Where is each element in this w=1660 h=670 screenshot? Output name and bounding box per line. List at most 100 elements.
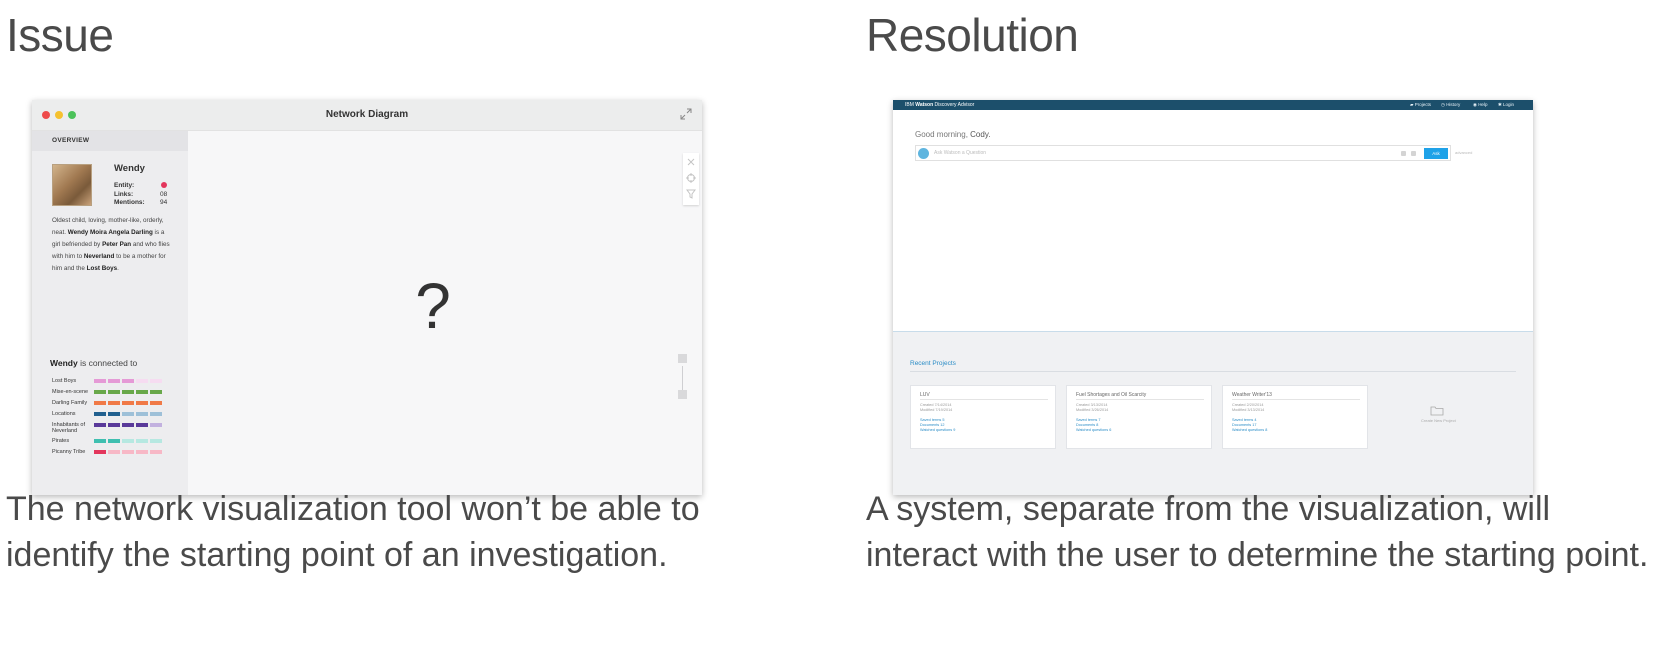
project-card[interactable]: Weather Writer'13 Created 2/20/2014 Modi… (1222, 385, 1368, 449)
recent-projects-section: Recent Projects LUV Created 7/14/2014 Mo… (893, 331, 1533, 495)
issue-heading: Issue (6, 9, 114, 61)
project-saved-terms-link[interactable]: Saved terms 4 (1232, 418, 1256, 422)
mentions-value: 94 (160, 199, 168, 206)
connection-swatch (94, 439, 106, 443)
connection-swatch (136, 439, 148, 443)
connection-swatch (94, 390, 106, 394)
zoom-out-button[interactable] (678, 390, 687, 399)
connection-label: Inhabitants of Neverland (52, 422, 86, 434)
connection-swatch (122, 390, 134, 394)
connection-swatch (150, 390, 162, 394)
folder-icon[interactable] (1430, 405, 1444, 416)
project-created: Created 7/14/2014 (920, 403, 952, 407)
advanced-link[interactable]: advanced (1455, 150, 1472, 155)
connection-label: Locations (52, 411, 76, 417)
unknown-start-symbol: ? (415, 270, 451, 342)
create-new-project-link[interactable]: Create New Project (1421, 418, 1456, 423)
network-diagram-window: Network Diagram OVERVIEW Wendy Entity: L… (32, 100, 702, 495)
profile-bio: Oldest child, loving, mother-like, order… (52, 217, 170, 272)
connection-swatch (94, 379, 106, 383)
project-title[interactable]: Weather Writer'13 (1232, 392, 1272, 398)
project-documents-link[interactable]: Documents 12 (920, 423, 944, 427)
divider (910, 371, 1516, 372)
avatar (52, 164, 92, 206)
zoom-slider-track[interactable] (682, 366, 683, 390)
connection-swatch (150, 412, 162, 416)
overview-sidebar: OVERVIEW Wendy Entity: Links: 08 Mention… (32, 131, 188, 495)
connection-label: Pirates (52, 438, 70, 444)
ask-question-bar[interactable]: Ask Watson a Question Ask (915, 145, 1451, 161)
connection-swatch (94, 450, 106, 454)
recent-projects-title: Recent Projects (910, 360, 956, 367)
connection-swatch (122, 401, 134, 405)
connection-swatch (94, 412, 106, 416)
project-saved-terms-link[interactable]: Saved terms 7 (1076, 418, 1100, 422)
resolution-caption: A system, separate from the visualizatio… (866, 490, 1649, 574)
ask-question-input[interactable]: Ask Watson a Question (934, 150, 986, 156)
app-brand[interactable]: IBM Watson Discovery Advisor (905, 102, 974, 108)
close-icon[interactable] (686, 157, 696, 167)
project-title[interactable]: Fuel Shortages and Oil Scarcity (1076, 392, 1146, 398)
connection-swatch (108, 379, 120, 383)
app-navbar: IBM Watson Discovery Advisor ▰ Projects … (893, 100, 1533, 110)
links-label: Links: (114, 191, 134, 198)
greeting-text: Good morning, Cody. (915, 130, 991, 139)
project-documents-link[interactable]: Documents 8 (1076, 423, 1098, 427)
overview-label: OVERVIEW (52, 137, 90, 144)
connection-swatch (150, 423, 162, 427)
nav-login[interactable]: ✱ Login (1498, 102, 1514, 108)
zoom-in-button[interactable] (678, 354, 687, 363)
connection-swatch (136, 412, 148, 416)
ask-button[interactable]: Ask (1424, 148, 1448, 159)
filter-icon[interactable] (686, 189, 696, 199)
connection-swatch (108, 450, 120, 454)
nav-history[interactable]: ◷ History (1441, 102, 1460, 108)
connection-swatch (108, 401, 120, 405)
project-saved-terms-link[interactable]: Saved terms 5 (920, 418, 944, 422)
overview-tab[interactable]: OVERVIEW (32, 131, 188, 151)
view-icon[interactable] (1401, 151, 1406, 156)
connection-label: Picanny Tribe (52, 449, 86, 455)
project-card[interactable]: Fuel Shortages and Oil Scarcity Created … (1066, 385, 1212, 449)
project-card[interactable]: LUV Created 7/14/2014 Modified 7/19/2014… (910, 385, 1056, 449)
issue-caption: The network visualization tool won’t be … (6, 490, 700, 574)
divider (1232, 399, 1360, 400)
project-documents-link[interactable]: Documents 17 (1232, 423, 1256, 427)
nav-help[interactable]: ◉ Help (1473, 102, 1487, 108)
connection-label: Lost Boys (52, 378, 77, 384)
project-watched-link[interactable]: Watched questions 6 (1076, 428, 1111, 432)
network-canvas[interactable]: ? (188, 131, 702, 495)
connection-swatch (108, 390, 120, 394)
connection-swatch (122, 439, 134, 443)
mentions-label: Mentions: (114, 199, 145, 206)
connection-swatch (136, 390, 148, 394)
project-created: Created 3/13/2014 (1076, 403, 1108, 407)
resolution-heading: Resolution (866, 9, 1079, 61)
target-icon[interactable] (686, 173, 696, 183)
connection-swatch (136, 379, 148, 383)
connection-swatch (122, 450, 134, 454)
project-created: Created 2/20/2014 (1232, 403, 1264, 407)
connection-label: Mise-en-scene (52, 389, 89, 395)
connection-swatch (122, 412, 134, 416)
user-avatar (918, 148, 929, 159)
connection-swatch (108, 423, 120, 427)
project-title[interactable]: LUV (920, 392, 930, 398)
connection-swatch (94, 423, 106, 427)
links-value: 08 (160, 191, 168, 198)
project-modified: Modified 3/26/2014 (1076, 408, 1109, 412)
clipboard-icon[interactable] (1411, 151, 1416, 156)
project-watched-link[interactable]: Watched questions 8 (1232, 428, 1267, 432)
profile-name: Wendy (114, 163, 145, 174)
nav-projects[interactable]: ▰ Projects (1410, 102, 1431, 108)
connection-swatch (94, 401, 106, 405)
connection-swatch (108, 412, 120, 416)
connection-label: Darling Family (52, 400, 88, 406)
connection-swatch (150, 439, 162, 443)
project-watched-link[interactable]: Watched questions 9 (920, 428, 955, 432)
divider (1076, 399, 1204, 400)
window-titlebar: Network Diagram (32, 100, 702, 131)
project-modified: Modified 3/13/2014 (1232, 408, 1265, 412)
connection-swatch (136, 423, 148, 427)
expand-icon[interactable] (680, 108, 692, 120)
